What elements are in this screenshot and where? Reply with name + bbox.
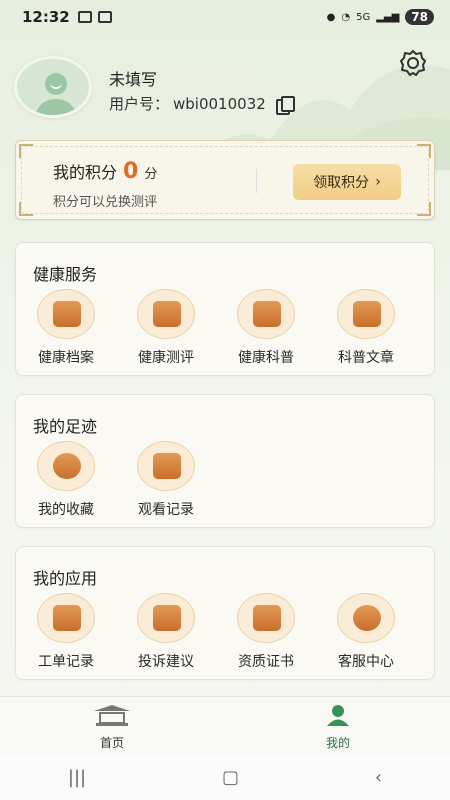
grid-item-label: 投诉建议 — [138, 654, 194, 670]
points-value: 0 — [123, 159, 139, 184]
health-video-icon — [237, 289, 295, 339]
grid-item-label: 观看记录 — [138, 502, 194, 518]
section-title: 我的足迹 — [33, 417, 98, 436]
profile-header: 未填写 用户号： wbi0010032 — [14, 56, 434, 126]
claim-points-label: 领取积分 — [313, 175, 370, 191]
points-card: 我的积分 0 分 积分可以兑换测评 领取积分 › — [15, 140, 435, 220]
grid-item-health-record[interactable]: 健康档案 — [16, 289, 116, 369]
tab-mine-label: 我的 — [325, 736, 350, 750]
section-title: 我的应用 — [33, 569, 98, 588]
user-id-value: wbi0010032 — [173, 94, 266, 113]
recent-apps-icon[interactable]: ||| — [68, 767, 86, 788]
star-icon — [37, 441, 95, 491]
grid-item-watch-history[interactable]: 观看记录 — [116, 441, 216, 521]
avatar[interactable] — [14, 56, 92, 118]
grid-item-label: 健康档案 — [38, 350, 94, 366]
article-book-icon — [337, 289, 395, 339]
status-time: 12:32 — [22, 8, 70, 26]
grid-item-health-assessment[interactable]: 健康测评 — [116, 289, 216, 369]
status-notification-icons — [77, 11, 112, 23]
work-order-icon — [37, 593, 95, 643]
check-box-icon — [97, 11, 112, 23]
feedback-icon — [137, 593, 195, 643]
grid-item-label: 我的收藏 — [38, 502, 94, 518]
claim-points-button[interactable]: 领取积分 › — [293, 164, 401, 200]
system-navigation-bar: ||| ▢ ‹ — [0, 754, 450, 800]
health-assessment-icon — [137, 289, 195, 339]
points-title-row: 我的积分 0 分 — [53, 159, 157, 184]
grid-item-label: 科普文章 — [338, 350, 394, 366]
section-my-apps: 我的应用 工单记录 投诉建议 资质证书 客服中心 — [15, 546, 435, 680]
health-record-icon — [37, 289, 95, 339]
grid-item-label: 客服中心 — [338, 654, 394, 670]
section-health-services: 健康服务 健康档案 健康测评 健康科普 科普文章 — [15, 242, 435, 376]
user-id-label: 用户号： — [109, 95, 170, 113]
points-title: 我的积分 — [53, 163, 118, 182]
grid-item-label: 工单记录 — [38, 654, 94, 670]
history-icon — [137, 441, 195, 491]
grid-item-label: 健康科普 — [238, 350, 294, 366]
grid-item-certificate[interactable]: 资质证书 — [216, 593, 316, 673]
grid-item-label: 健康测评 — [138, 350, 194, 366]
points-unit: 分 — [144, 167, 158, 182]
grid-item-article[interactable]: 科普文章 — [316, 289, 416, 369]
tab-home-label: 首页 — [99, 736, 124, 750]
grid-item-customer-service[interactable]: 客服中心 — [316, 593, 416, 673]
tab-home[interactable]: 首页 — [52, 703, 172, 751]
home-icon[interactable]: ▢ — [222, 767, 239, 788]
nickname[interactable]: 未填写 — [109, 66, 157, 90]
section-my-footprint: 我的足迹 我的收藏 观看记录 — [15, 394, 435, 528]
profile-person-icon — [327, 705, 349, 726]
section-title: 健康服务 — [33, 265, 98, 284]
grid-item-work-orders[interactable]: 工单记录 — [16, 593, 116, 673]
grid-item-favorites[interactable]: 我的收藏 — [16, 441, 116, 521]
grid-item-feedback[interactable]: 投诉建议 — [116, 593, 216, 673]
copy-icon[interactable] — [275, 95, 295, 115]
home-pavilion-icon — [94, 705, 130, 726]
certificate-icon — [237, 593, 295, 643]
divider — [256, 169, 257, 193]
back-icon[interactable]: ‹ — [375, 767, 382, 788]
chevron-right-icon: › — [375, 174, 381, 190]
user-id-row: 用户号： wbi0010032 — [109, 93, 295, 115]
grid-item-label: 资质证书 — [238, 654, 294, 670]
tab-mine[interactable]: 我的 — [278, 703, 398, 751]
gear-icon[interactable] — [398, 48, 428, 78]
customer-service-icon — [337, 593, 395, 643]
screen-record-icon — [77, 11, 92, 23]
bottom-tab-bar: 首页 我的 — [0, 696, 450, 754]
points-description: 积分可以兑换测评 — [53, 195, 158, 210]
grid-item-health-video[interactable]: 健康科普 — [216, 289, 316, 369]
